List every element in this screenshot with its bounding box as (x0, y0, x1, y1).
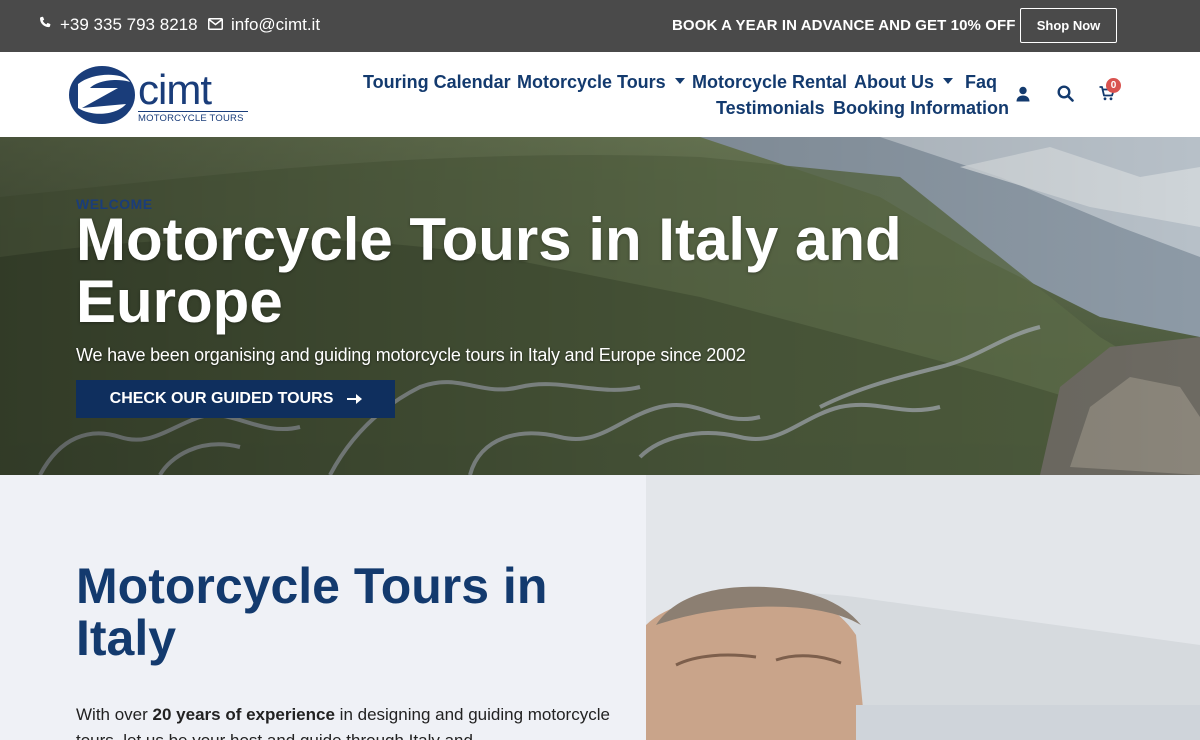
phone-link[interactable]: +39 335 793 8218 (38, 15, 198, 35)
intro-title: Motorcycle Tours in Italy (76, 558, 548, 666)
email-link[interactable]: info@cimt.it (208, 15, 320, 35)
email-address: info@cimt.it (231, 15, 321, 34)
nav-booking-information[interactable]: Booking Information (833, 98, 1009, 119)
site-header: cimt MOTORCYCLE TOURS Touring Calendar M… (0, 52, 1200, 137)
intro-text: With over 20 years of experience in desi… (76, 702, 616, 740)
user-icon[interactable] (1016, 86, 1030, 107)
arrow-right-icon (347, 394, 363, 404)
guide-portrait-image (646, 475, 1200, 740)
intro-section: Motorcycle Tours in Italy With over 20 y… (0, 475, 646, 740)
guide-photo (646, 475, 1200, 740)
promo-text: BOOK A YEAR IN ADVANCE AND GET 10% OFF (672, 17, 1016, 34)
logo-subtitle: MOTORCYCLE TOURS (138, 111, 248, 124)
nav-testimonials[interactable]: Testimonials (716, 98, 825, 119)
nav-touring-calendar[interactable]: Touring Calendar (363, 72, 511, 93)
phone-number: +39 335 793 8218 (60, 15, 198, 34)
chevron-down-icon (943, 78, 953, 85)
nav-about-us-label: About Us (854, 72, 934, 92)
shop-now-button[interactable]: Shop Now (1020, 8, 1117, 43)
hero-subtitle: We have been organising and guiding moto… (76, 345, 746, 365)
top-bar: +39 335 793 8218 info@cimt.it BOOK A YEA… (0, 0, 1200, 52)
phone-icon (38, 15, 52, 35)
nav-motorcycle-tours-label: Motorcycle Tours (517, 72, 666, 92)
logo-mark-icon (69, 66, 135, 124)
hero-title: Motorcycle Tours in Italy and Europe (76, 206, 902, 335)
intro-text-highlight: 20 years of experience (152, 705, 335, 724)
logo[interactable]: cimt MOTORCYCLE TOURS (68, 64, 250, 126)
cart-count-badge: 0 (1106, 78, 1121, 93)
search-icon[interactable] (1057, 85, 1074, 107)
nav-about-us[interactable]: About Us (854, 72, 953, 93)
chevron-down-icon (674, 78, 685, 85)
hero-section: WELCOME Motorcycle Tours in Italy and Eu… (0, 137, 1200, 475)
logo-text: cimt (138, 66, 212, 113)
nav-motorcycle-tours[interactable]: Motorcycle Tours (517, 72, 685, 93)
nav-motorcycle-rental[interactable]: Motorcycle Rental (692, 72, 847, 93)
intro-text-start: With over (76, 705, 153, 724)
check-guided-tours-label: CHECK OUR GUIDED TOURS (109, 390, 334, 407)
check-guided-tours-button[interactable]: CHECK OUR GUIDED TOURS (76, 380, 395, 418)
nav-faq[interactable]: Faq (965, 72, 997, 93)
envelope-icon (208, 15, 223, 35)
